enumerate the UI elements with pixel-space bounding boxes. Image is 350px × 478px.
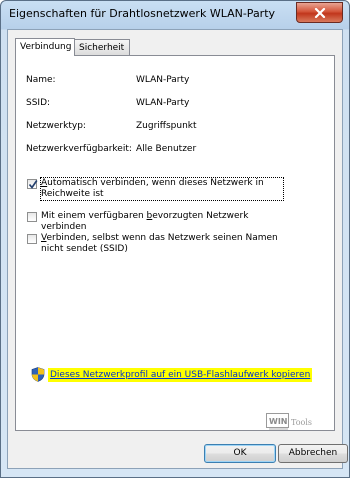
name-value: WLAN-Party [136, 75, 190, 85]
tab-sicherheit[interactable]: Sicherheit [74, 39, 130, 55]
svg-text:Tools: Tools [291, 418, 312, 427]
checkmark-icon [28, 180, 38, 189]
connect-hidden-label: Verbinden, selbst wenn das Netzwerk sein… [41, 233, 278, 254]
ssid-label: SSID: [26, 98, 51, 108]
shield-icon [31, 367, 45, 382]
connect-hidden-checkbox[interactable] [27, 234, 37, 244]
availability-label: Netzwerkverfügbarkeit: [26, 144, 132, 154]
tab-panel-verbindung: Name: WLAN-Party SSID: WLAN-Party Netzwe… [15, 55, 335, 431]
preferred-network-label: Mit einem verfügbaren bevorzugten Netzwe… [41, 211, 249, 232]
tab-label: Sicherheit [79, 43, 125, 53]
copy-profile-link-row[interactable]: Dieses Netzwerkprofil auf ein USB-Flashl… [31, 367, 313, 382]
name-label: Name: [26, 75, 56, 85]
ssid-value: WLAN-Party [136, 98, 190, 108]
wintools-logo: WIN Tools [266, 412, 330, 435]
properties-dialog: Eigenschaften für Drahtlosnetzwerk WLAN-… [0, 0, 350, 478]
tab-label: Verbindung [20, 42, 72, 52]
connect-hidden-option[interactable]: Verbinden, selbst wenn das Netzwerk sein… [27, 233, 281, 255]
ok-button[interactable]: OK [204, 444, 276, 463]
title-bar[interactable]: Eigenschaften für Drahtlosnetzwerk WLAN-… [1, 1, 349, 27]
auto-connect-option[interactable]: Automatisch verbinden, wenn dieses Netzw… [27, 177, 284, 201]
preferred-network-checkbox[interactable] [27, 212, 37, 222]
network-type-value: Zugriffspunkt [136, 121, 197, 131]
auto-connect-label: Automatisch verbinden, wenn dieses Netzw… [40, 177, 284, 201]
window-title: Eigenschaften für Drahtlosnetzwerk WLAN-… [9, 7, 276, 20]
close-icon [314, 7, 325, 18]
preferred-network-option[interactable]: Mit einem verfügbaren bevorzugten Netzwe… [27, 211, 281, 233]
auto-connect-checkbox[interactable] [27, 179, 38, 189]
close-button[interactable] [296, 2, 343, 23]
tab-verbindung[interactable]: Verbindung [15, 38, 75, 56]
dialog-client-area: Verbindung Sicherheit Name: WLAN-Party S… [7, 29, 348, 469]
copy-profile-link[interactable]: Dieses Netzwerkprofil auf ein USB-Flashl… [48, 367, 313, 382]
network-type-label: Netzwerktyp: [26, 121, 86, 131]
svg-text:WIN: WIN [269, 417, 288, 426]
availability-value: Alle Benutzer [136, 144, 197, 154]
cancel-button[interactable]: Abbrechen [278, 444, 348, 463]
